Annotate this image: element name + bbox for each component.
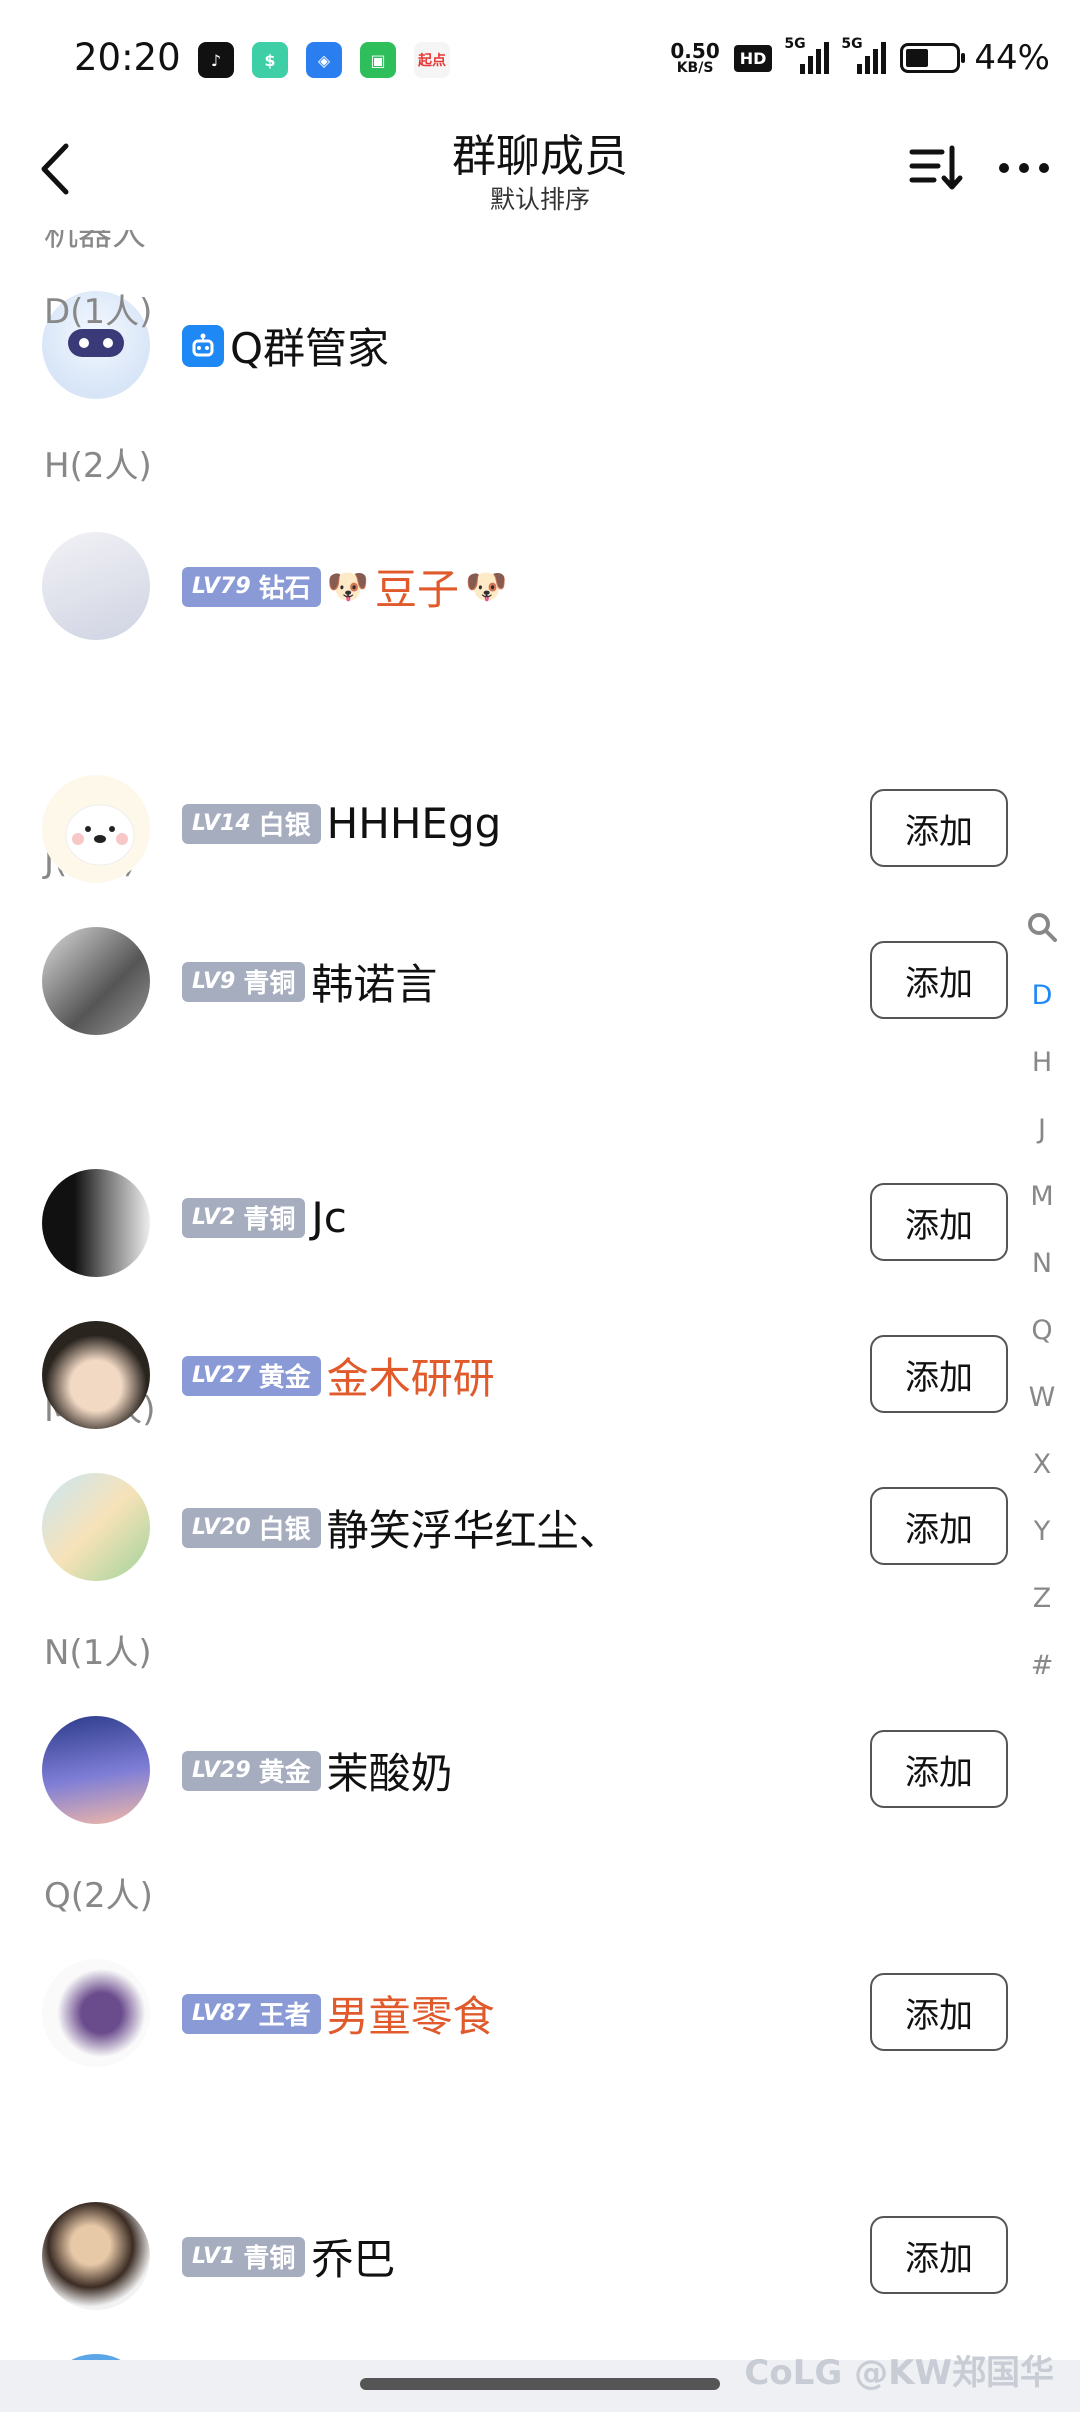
bear-avatar-icon [65, 804, 135, 866]
more-icon [999, 163, 1049, 173]
hd-icon: HD [733, 44, 773, 72]
decoration-icon: 🐶 [326, 566, 369, 607]
add-friend-button[interactable]: 添加 [870, 1183, 1008, 1261]
status-indicators: 0.50 KB/S HD 5G 5G 44% [670, 36, 1050, 78]
sort-button[interactable] [908, 140, 964, 196]
member-name-wrap: LV87 王者 男童零食 [182, 1983, 495, 2044]
member-name: 茉酸奶 [326, 1749, 453, 1798]
member-name-wrap: LV1 青铜 乔巴 [182, 2226, 395, 2287]
more-button[interactable] [996, 140, 1052, 196]
add-friend-button[interactable]: 添加 [870, 1973, 1008, 2051]
status-time: 20:20 [74, 36, 181, 79]
index-letter-n[interactable]: N [1032, 1230, 1052, 1297]
decoration-icon-2: 🐶 [465, 566, 508, 607]
message-app-icon: ▣ [360, 42, 396, 78]
member-name: 豆子 [375, 565, 460, 614]
level-badge: LV2 青铜 [182, 1197, 306, 1238]
member-name: HHHEgg [326, 799, 502, 848]
member-name: 金木研研 [326, 1354, 495, 1403]
search-icon[interactable] [1025, 910, 1059, 944]
qidian-icon: 起点 [414, 42, 450, 78]
member-name-wrap: LV20 白银 静笑浮华红尘、 [182, 1497, 621, 1558]
member-name: 静笑浮华红尘、 [326, 1506, 621, 1555]
add-friend-button[interactable]: 添加 [870, 941, 1008, 1019]
member-name-wrap: LV2 青铜 Jc [182, 1193, 347, 1242]
add-friend-button[interactable]: 添加 [870, 1730, 1008, 1808]
member-name: 男童零食 [326, 1992, 495, 2041]
index-letter-y[interactable]: Y [1034, 1498, 1051, 1565]
shield-app-icon: ◈ [306, 42, 342, 78]
member-avatar[interactable] [42, 532, 150, 640]
alphabet-index-bar[interactable]: D H J M N Q W X Y Z # [1022, 910, 1062, 1699]
watermark: CoLG @KW郑国华 [744, 2353, 1054, 2393]
level-badge: LV1 青铜 [182, 2236, 306, 2277]
member-row[interactable]: LV27 黄金 金木研研 添加 [0, 1315, 1040, 1435]
member-row[interactable]: LV79 钻石 🐶 豆子 🐶 [0, 526, 1040, 646]
add-friend-button[interactable]: 添加 [870, 789, 1008, 867]
level-badge: LV29 黄金 [182, 1750, 321, 1791]
member-name: 韩诺言 [311, 960, 438, 1009]
member-avatar[interactable] [42, 775, 150, 883]
member-row[interactable]: LV87 王者 男童零食 添加 [0, 1953, 1040, 2073]
member-avatar[interactable] [42, 2202, 150, 2310]
member-row[interactable]: LV1 青铜 乔巴 添加 [0, 2196, 1040, 2316]
member-name: Jc [311, 1193, 347, 1242]
member-avatar[interactable] [42, 1473, 150, 1581]
member-name-wrap: LV9 青铜 韩诺言 [182, 951, 437, 1012]
member-name-wrap: LV27 黄金 金木研研 [182, 1345, 495, 1406]
home-indicator[interactable] [360, 2378, 720, 2390]
network-speed: 0.50 KB/S [670, 39, 720, 76]
member-name-wrap: LV14 白银 HHHEgg [182, 799, 501, 848]
douyin-icon: ♪ [198, 42, 234, 78]
member-row[interactable]: LV29 黄金 茉酸奶 添加 [0, 1710, 1040, 1830]
index-letter-x[interactable]: X [1033, 1431, 1052, 1498]
index-letter-m[interactable]: M [1030, 1163, 1053, 1230]
level-badge: LV20 白银 [182, 1507, 321, 1548]
level-badge: LV27 黄金 [182, 1355, 321, 1396]
member-avatar[interactable] [42, 1169, 150, 1277]
battery-icon [900, 43, 966, 73]
add-friend-button[interactable]: 添加 [870, 2216, 1008, 2294]
index-letter-q[interactable]: Q [1031, 1297, 1052, 1364]
member-avatar[interactable] [42, 1959, 150, 2067]
level-badge: LV87 王者 [182, 1993, 321, 2034]
member-avatar[interactable] [42, 927, 150, 1035]
member-name: 乔巴 [311, 2235, 396, 2284]
index-letter-j[interactable]: J [1038, 1096, 1046, 1163]
member-name-wrap: LV29 黄金 茉酸奶 [182, 1740, 453, 1801]
nav-header: 群聊成员 默认排序 [0, 110, 1080, 230]
battery-percent: 44% [974, 38, 1050, 78]
status-bar: 20:20 ♪ $ ◈ ▣ 起点 0.50 KB/S HD 5G 5G 44% [0, 0, 1080, 110]
index-letter-z[interactable]: Z [1033, 1565, 1052, 1632]
member-avatar[interactable] [42, 1321, 150, 1429]
members-layer[interactable]: LV79 钻石 🐶 豆子 🐶 LV14 白银 HHHEgg 添加 LV9 青铜 韩诺言 [0, 230, 1080, 2360]
level-badge: LV79 钻石 [182, 566, 321, 607]
notification-icons: ♪ $ ◈ ▣ 起点 [198, 42, 450, 78]
index-letter-h[interactable]: H [1032, 1029, 1052, 1096]
wallet-icon: $ [252, 42, 288, 78]
index-letter-w[interactable]: W [1029, 1364, 1056, 1431]
member-row[interactable]: LV9 青铜 韩诺言 添加 [0, 921, 1040, 1041]
member-row[interactable]: LV2 青铜 Jc 添加 [0, 1163, 1040, 1283]
member-row[interactable]: LV20 白银 静笑浮华红尘、 添加 [0, 1467, 1040, 1587]
signal-icon-2: 5G [841, 36, 887, 74]
index-letter-d[interactable]: D [1032, 962, 1053, 1029]
level-badge: LV9 青铜 [182, 961, 306, 1002]
add-friend-button[interactable]: 添加 [870, 1487, 1008, 1565]
index-letter-hash[interactable]: # [1031, 1632, 1054, 1699]
signal-icon: 5G [784, 36, 830, 74]
add-friend-button[interactable]: 添加 [870, 1335, 1008, 1413]
member-name-wrap: LV79 钻石 🐶 豆子 🐶 [182, 556, 507, 617]
level-badge: LV14 白银 [182, 803, 321, 844]
sort-icon [909, 145, 963, 190]
member-row[interactable]: LV14 白银 HHHEgg 添加 [0, 769, 1040, 889]
member-avatar[interactable] [42, 1716, 150, 1824]
